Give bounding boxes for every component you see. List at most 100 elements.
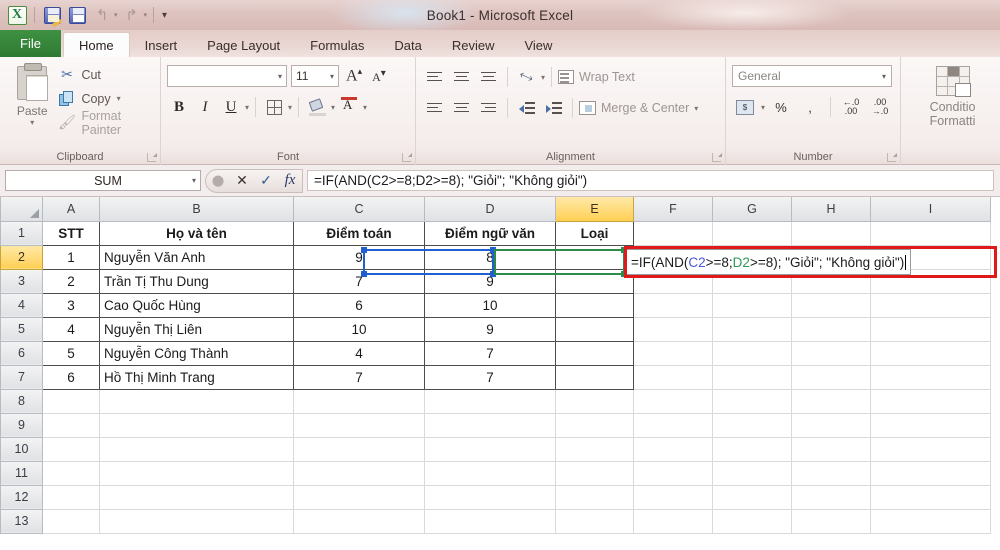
cell-e8[interactable]: [555, 388, 634, 414]
cell-d5[interactable]: 9: [424, 316, 556, 342]
cell-i7[interactable]: [870, 364, 991, 390]
fill-color-button[interactable]: [305, 95, 329, 119]
cell-e10[interactable]: [555, 436, 634, 462]
cell-c8[interactable]: [293, 388, 425, 414]
align-right-button[interactable]: [476, 97, 501, 119]
cell-i4[interactable]: [870, 292, 991, 318]
accounting-dropdown-icon[interactable]: ▾: [761, 103, 765, 112]
cell-f1[interactable]: [633, 220, 713, 246]
cell-i10[interactable]: [870, 436, 991, 462]
cell-c7[interactable]: 7: [293, 364, 425, 390]
borders-dropdown-icon[interactable]: ▾: [288, 103, 292, 112]
cell-g5[interactable]: [712, 316, 792, 342]
underline-button[interactable]: U: [219, 95, 243, 119]
copy-dropdown-icon[interactable]: ▾: [117, 94, 121, 103]
cell-i9[interactable]: [870, 412, 991, 438]
cell-a12[interactable]: [42, 484, 100, 510]
column-header-h[interactable]: H: [791, 197, 871, 222]
cell-e1[interactable]: Loại: [555, 220, 634, 246]
cell-e9[interactable]: [555, 412, 634, 438]
name-box[interactable]: SUM ▾: [5, 170, 201, 191]
font-name-input[interactable]: ▾: [167, 65, 287, 87]
cell-d10[interactable]: [424, 436, 556, 462]
cell-f6[interactable]: [633, 340, 713, 366]
cell-e7[interactable]: [555, 364, 634, 390]
cell-c6[interactable]: 4: [293, 340, 425, 366]
cell-a9[interactable]: [42, 412, 100, 438]
cell-a4[interactable]: 3: [42, 292, 100, 318]
cell-e11[interactable]: [555, 460, 634, 486]
cell-b9[interactable]: [99, 412, 294, 438]
cell-b4[interactable]: Cao Quốc Hùng: [99, 292, 294, 318]
column-header-i[interactable]: I: [870, 197, 991, 222]
percent-format-button[interactable]: %: [768, 96, 794, 118]
decrease-indent-button[interactable]: [514, 97, 539, 119]
cell-g10[interactable]: [712, 436, 792, 462]
tab-review[interactable]: Review: [437, 33, 510, 57]
cut-button[interactable]: ✂ Cut: [58, 65, 154, 84]
column-header-g[interactable]: G: [712, 197, 792, 222]
alignment-dialog-launcher[interactable]: [712, 153, 722, 162]
copy-button[interactable]: Copy ▾: [58, 89, 154, 108]
cell-i6[interactable]: [870, 340, 991, 366]
row-header-9[interactable]: 9: [0, 412, 43, 438]
cell-i8[interactable]: [870, 388, 991, 414]
align-top-button[interactable]: [422, 66, 447, 88]
cell-i1[interactable]: [870, 220, 991, 246]
cancel-formula-button[interactable]: ✕: [230, 170, 254, 192]
cell-b11[interactable]: [99, 460, 294, 486]
cell-g4[interactable]: [712, 292, 792, 318]
cell-g11[interactable]: [712, 460, 792, 486]
tab-home[interactable]: Home: [62, 32, 130, 57]
cell-h12[interactable]: [791, 484, 871, 510]
row-header-1[interactable]: 1: [0, 220, 43, 246]
cell-b3[interactable]: Trần Tị Thu Dung: [99, 268, 294, 294]
column-header-b[interactable]: B: [99, 197, 294, 222]
cell-f9[interactable]: [633, 412, 713, 438]
conditional-formatting-button[interactable]: Conditio Formatti: [911, 100, 994, 128]
cell-i12[interactable]: [870, 484, 991, 510]
cell-g12[interactable]: [712, 484, 792, 510]
cell-a6[interactable]: 5: [42, 340, 100, 366]
row-header-4[interactable]: 4: [0, 292, 43, 318]
cell-e2[interactable]: [555, 244, 634, 270]
cell-f12[interactable]: [633, 484, 713, 510]
tab-file[interactable]: File: [0, 30, 61, 57]
increase-decimal-button[interactable]: ←.0.00: [838, 96, 864, 118]
cell-d12[interactable]: [424, 484, 556, 510]
cell-a3[interactable]: 2: [42, 268, 100, 294]
cell-e13[interactable]: [555, 508, 634, 534]
cell-e12[interactable]: [555, 484, 634, 510]
number-format-dropdown-icon[interactable]: ▾: [882, 72, 886, 81]
cell-c12[interactable]: [293, 484, 425, 510]
cell-d8[interactable]: [424, 388, 556, 414]
comma-format-button[interactable]: ,: [797, 96, 823, 118]
row-header-6[interactable]: 6: [0, 340, 43, 366]
cell-b5[interactable]: Nguyễn Thị Liên: [99, 316, 294, 342]
cell-h6[interactable]: [791, 340, 871, 366]
cell-g8[interactable]: [712, 388, 792, 414]
column-header-f[interactable]: F: [633, 197, 713, 222]
cell-e6[interactable]: [555, 340, 634, 366]
shrink-font-icon[interactable]: A▾: [369, 68, 389, 85]
cell-f5[interactable]: [633, 316, 713, 342]
cell-a1[interactable]: STT: [42, 220, 100, 246]
cell-d1[interactable]: Điểm ngữ văn: [424, 220, 556, 246]
cell-g6[interactable]: [712, 340, 792, 366]
column-header-c[interactable]: C: [293, 197, 425, 222]
cell-c11[interactable]: [293, 460, 425, 486]
select-all-corner[interactable]: [0, 197, 43, 222]
cell-b8[interactable]: [99, 388, 294, 414]
cell-e3[interactable]: [555, 268, 634, 294]
column-header-d[interactable]: D: [424, 197, 556, 222]
paste-button[interactable]: Paste ▾: [6, 60, 58, 165]
decrease-decimal-button[interactable]: .00 →.0: [867, 96, 893, 118]
italic-button[interactable]: I: [193, 95, 217, 119]
paste-dropdown-icon[interactable]: ▾: [6, 118, 58, 127]
font-color-button[interactable]: A: [337, 95, 361, 119]
cell-a10[interactable]: [42, 436, 100, 462]
formula-input[interactable]: =IF(AND(C2>=8;D2>=8); "Giỏi"; "Không giỏ…: [307, 170, 994, 191]
row-header-2[interactable]: 2: [0, 244, 43, 270]
cell-b2[interactable]: Nguyễn Văn Anh: [99, 244, 294, 270]
insert-function-button[interactable]: fx: [278, 170, 302, 192]
